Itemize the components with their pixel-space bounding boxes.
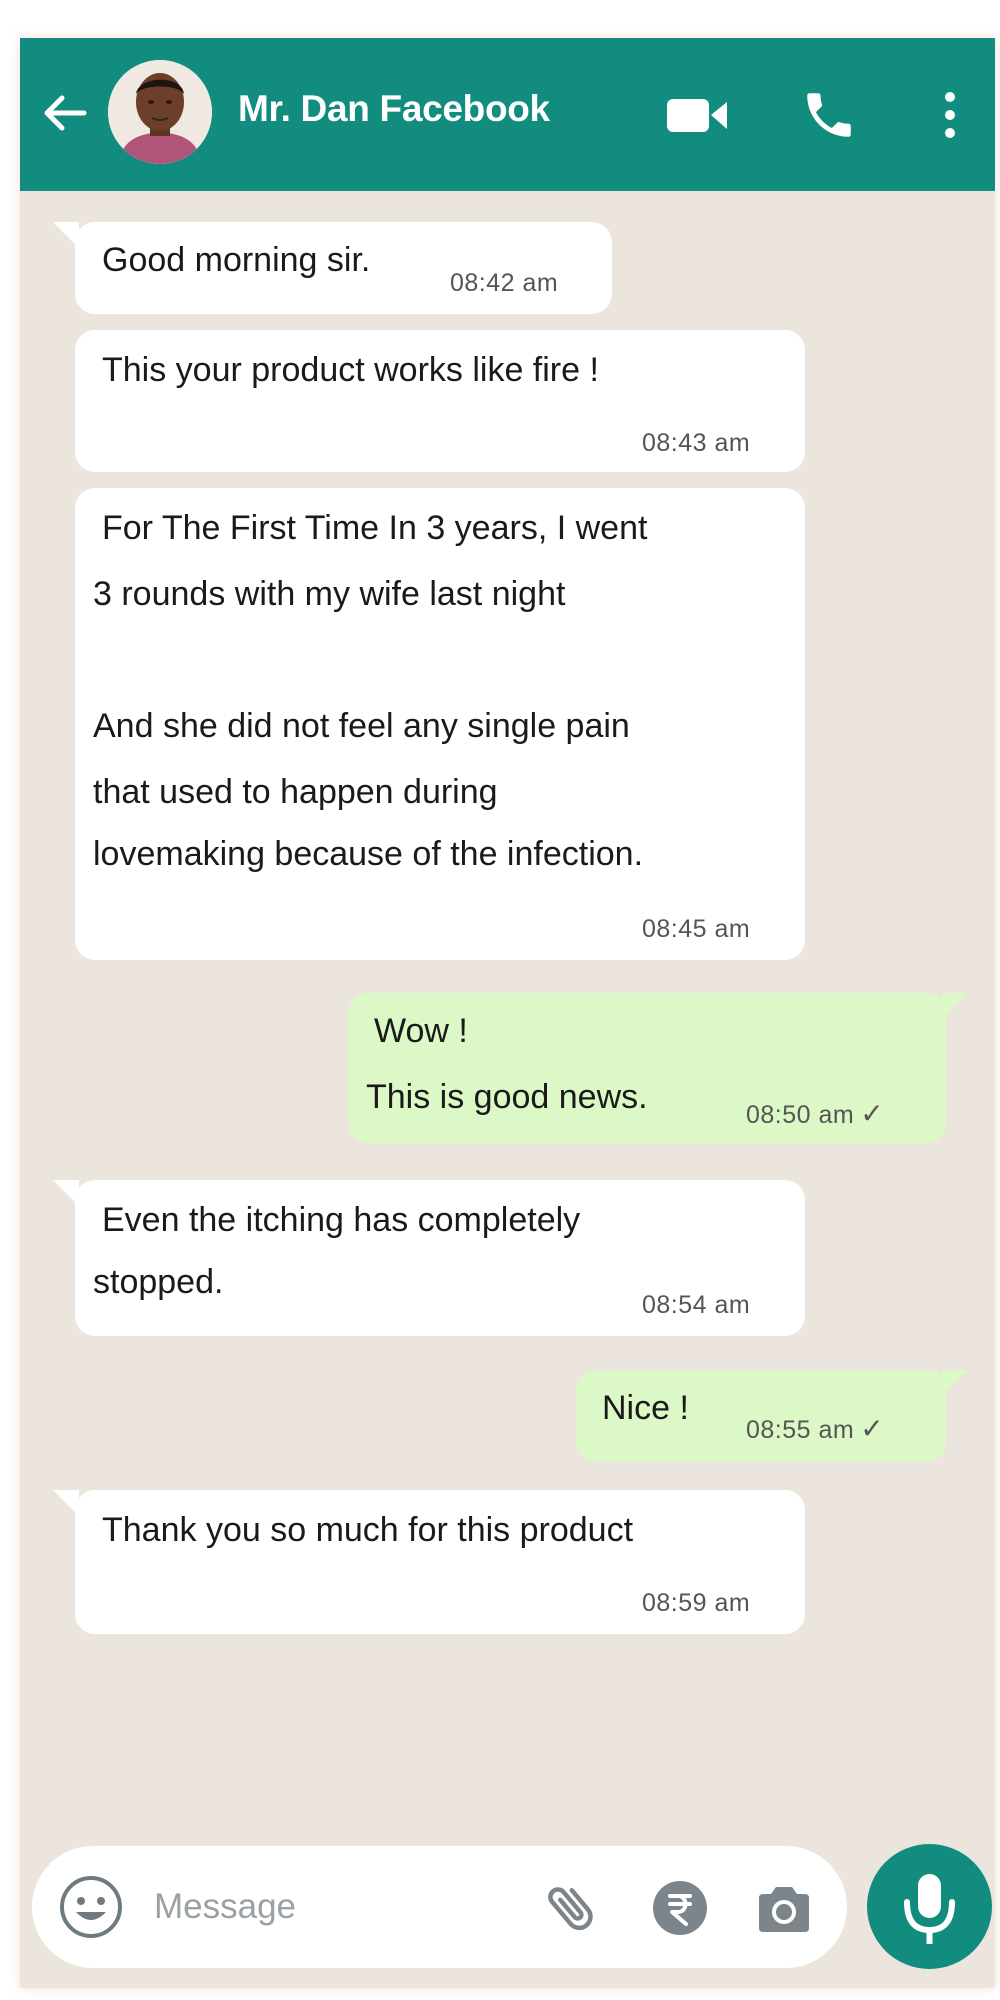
message-input-bar bbox=[32, 1846, 847, 1968]
more-vertical-icon[interactable] bbox=[935, 88, 965, 143]
chat-header: Mr. Dan Facebook bbox=[20, 38, 995, 191]
checkmark-icon: ✓ bbox=[860, 1098, 885, 1129]
message-bubble-incoming[interactable]: This your product works like fire ! 08:4… bbox=[75, 330, 805, 472]
contact-name[interactable]: Mr. Dan Facebook bbox=[238, 88, 550, 130]
message-text: Even the itching has completely bbox=[102, 1201, 581, 1239]
message-text: For The First Time In 3 years, I went bbox=[102, 509, 648, 547]
message-text: that used to happen during bbox=[93, 773, 498, 811]
message-bubble-incoming[interactable]: Thank you so much for this product 08:59… bbox=[53, 1490, 805, 1634]
chat-screen: Mr. Dan Facebook Good morning sir. 08:42… bbox=[20, 38, 995, 1988]
message-bubble-incoming[interactable]: Good morning sir. 08:42 am bbox=[53, 222, 612, 314]
bubble-tail bbox=[942, 1370, 968, 1396]
message-bubble-outgoing[interactable]: Nice ! 08:55 am ✓ bbox=[576, 1370, 968, 1462]
message-text: Wow ! bbox=[374, 1012, 468, 1050]
bubble-tail bbox=[53, 222, 79, 248]
camera-icon[interactable] bbox=[755, 1884, 813, 1934]
message-text: Thank you so much for this product bbox=[102, 1511, 634, 1549]
bubble-tail bbox=[942, 993, 968, 1019]
message-time: 08:45 am bbox=[642, 915, 751, 943]
checkmark-icon: ✓ bbox=[860, 1413, 885, 1444]
phone-call-icon[interactable] bbox=[800, 86, 858, 144]
rupee-payment-icon[interactable] bbox=[652, 1880, 708, 1936]
bubble-tail bbox=[53, 1180, 79, 1206]
message-bubble-outgoing[interactable]: Wow ! This is good news. 08:50 am ✓ bbox=[348, 993, 968, 1143]
message-text: lovemaking because of the infection. bbox=[93, 835, 644, 873]
message-time: 08:42 am bbox=[450, 269, 559, 297]
message-time: 08:55 am ✓ bbox=[746, 1412, 884, 1446]
back-arrow-icon[interactable] bbox=[40, 88, 90, 138]
message-bubble-incoming[interactable]: For The First Time In 3 years, I went 3 … bbox=[75, 488, 805, 960]
message-text: This your product works like fire ! bbox=[102, 351, 599, 389]
message-time: 08:43 am bbox=[642, 429, 751, 457]
mic-icon bbox=[904, 1874, 955, 1944]
message-text: Good morning sir. bbox=[102, 241, 371, 279]
message-text: And she did not feel any single pain bbox=[93, 707, 630, 745]
video-call-icon[interactable] bbox=[665, 93, 730, 138]
message-time-text: 08:50 am bbox=[746, 1101, 855, 1129]
message-bubble-incoming[interactable]: Even the itching has completely stopped.… bbox=[53, 1180, 805, 1336]
message-text: Nice ! bbox=[602, 1389, 689, 1427]
message-text: This is good news. bbox=[366, 1078, 648, 1116]
message-time: 08:54 am bbox=[642, 1291, 751, 1319]
message-time: 08:50 am ✓ bbox=[746, 1097, 884, 1131]
attach-icon[interactable] bbox=[542, 1878, 602, 1938]
bubble-tail bbox=[53, 1490, 79, 1516]
message-time: 08:59 am bbox=[642, 1589, 751, 1617]
emoji-icon[interactable] bbox=[58, 1874, 124, 1940]
avatar[interactable] bbox=[108, 60, 212, 164]
message-time-text: 08:55 am bbox=[746, 1416, 855, 1444]
mic-button[interactable] bbox=[867, 1844, 992, 1969]
message-input[interactable] bbox=[154, 1882, 484, 1932]
message-text: stopped. bbox=[93, 1263, 224, 1301]
message-text: 3 rounds with my wife last night bbox=[93, 575, 566, 613]
